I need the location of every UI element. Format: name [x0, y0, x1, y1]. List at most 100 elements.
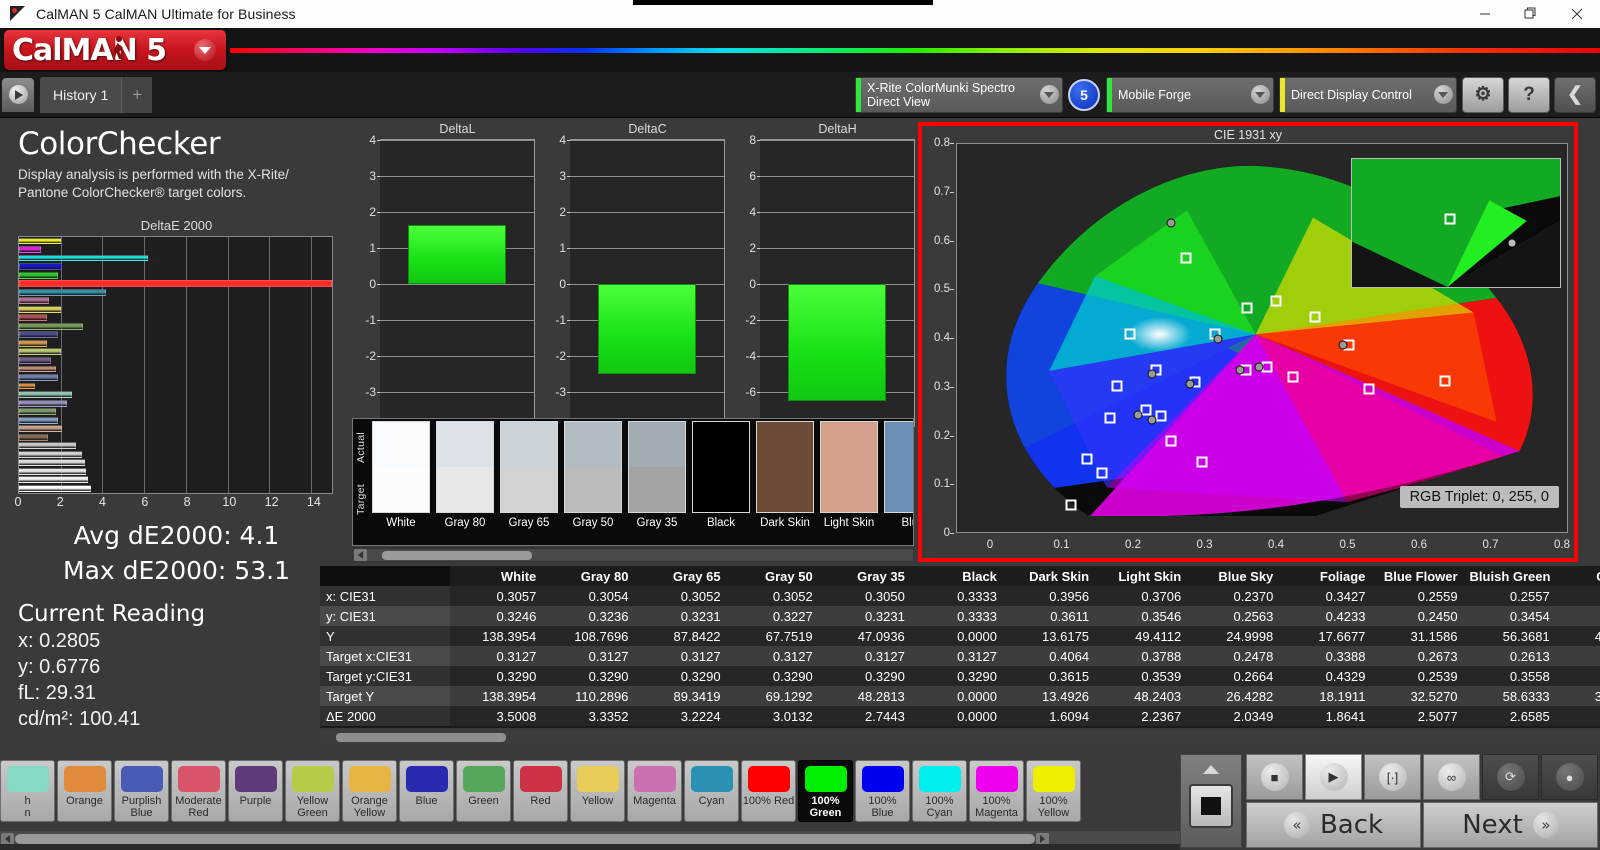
table-scrollbar[interactable] [320, 730, 1600, 744]
swatch-item[interactable]: Gray 35 [625, 419, 689, 545]
color-patch-button[interactable]: 100% Magenta [969, 760, 1024, 822]
table-cell: 1.8641 [1279, 706, 1372, 726]
table-column-header[interactable]: Gray 65 [634, 566, 727, 586]
color-patch-button[interactable]: Moderate Red [171, 760, 226, 822]
display-control-selector[interactable]: Direct Display Control [1279, 76, 1457, 113]
cie-chart-panel[interactable]: CIE 1931 xy 0.8 0.7 0.6 0.5 0.4 0.3 0.2 0.1 0 [918, 122, 1578, 562]
bracket-icon[interactable]: [·] [1364, 754, 1421, 800]
table-column-header[interactable]: Foliage [1279, 566, 1372, 586]
stop-icon[interactable]: ■ [1246, 754, 1303, 800]
table-column-header[interactable]: White [450, 566, 543, 586]
table-column-header[interactable]: Gray 50 [726, 566, 819, 586]
swatch-item[interactable]: Blue [881, 419, 913, 545]
meter-selector[interactable]: X-Rite ColorMunki Spectro Direct View [855, 76, 1063, 113]
swatch-item[interactable]: Black [689, 419, 753, 545]
color-patch-button[interactable]: Purple [228, 760, 283, 822]
color-patch-button[interactable]: 100% Yellow [1026, 760, 1081, 822]
gear-icon[interactable]: ⚙ [1462, 76, 1504, 113]
table-column-header[interactable]: Blue Sky [1187, 566, 1280, 586]
measurement-table[interactable]: White Gray 80 Gray 65 Gray 50 Gray 35 Black Da… [320, 566, 1600, 728]
calman-logo[interactable]: CalMAN 5 [4, 30, 226, 70]
swatch-item[interactable]: Light Skin [817, 419, 881, 545]
next-button[interactable]: Next » [1423, 802, 1598, 848]
swatch-item[interactable]: Gray 65 [497, 419, 561, 545]
color-patch-button[interactable]: 100% Green [798, 760, 853, 822]
color-patch-button[interactable]: Magenta [627, 760, 682, 822]
refresh-icon[interactable]: ⟳ [1482, 754, 1539, 800]
color-patch-button[interactable]: h n [0, 760, 55, 822]
deltah-plot: 86420-2-4-6-8 [745, 133, 915, 435]
table-cell: 0.2539 [1371, 666, 1464, 686]
stop-icon-glyph: ■ [1260, 763, 1289, 791]
table-cell: 138.3954 [450, 686, 543, 706]
stop-square-icon[interactable] [1189, 784, 1233, 828]
table-column-header[interactable]: Gray 35 [818, 566, 911, 586]
table-cell: 67.7519 [726, 626, 819, 646]
color-patch-button[interactable]: Yellow [570, 760, 625, 822]
chevron-left-icon[interactable]: ❮ [1554, 76, 1596, 113]
swatch-item[interactable]: Gray 80 [433, 419, 497, 545]
table-column-header[interactable]: Light Skin [1095, 566, 1188, 586]
close-button[interactable] [1554, 0, 1600, 28]
table-cell: 0.3706 [1095, 586, 1188, 606]
tab-history-1[interactable]: History 1 [40, 76, 123, 113]
color-patch-button[interactable]: Cyan [684, 760, 739, 822]
color-patch-button[interactable]: 100% Cyan [912, 760, 967, 822]
color-patch-button[interactable]: Orange [57, 760, 112, 822]
meter-stop-panel[interactable] [1180, 754, 1242, 848]
meter-dropdown-icon[interactable] [1036, 78, 1062, 112]
swatch-scrollbar[interactable] [352, 548, 914, 562]
minimize-button[interactable] [1462, 0, 1508, 28]
color-patch-button[interactable]: Purplish Blue [114, 760, 169, 822]
table-column-header[interactable]: Black [910, 566, 1003, 586]
maximize-button[interactable] [1508, 0, 1554, 28]
color-patch-button[interactable]: Blue [399, 760, 454, 822]
table-column-header[interactable]: Dark Skin [1002, 566, 1096, 586]
table-column-header[interactable]: Orange [1555, 566, 1600, 586]
source-dropdown-icon[interactable] [1247, 78, 1273, 112]
deltae-tick: 6 [141, 495, 149, 509]
table-cell: 0.9052 [1555, 706, 1600, 726]
swatch-item[interactable]: Dark Skin [753, 419, 817, 545]
meter-count-badge[interactable]: 5 [1068, 78, 1100, 111]
table-column-header[interactable]: Bluish Green [1463, 566, 1556, 586]
color-patch-button[interactable]: Green [456, 760, 511, 822]
infinity-icon[interactable]: ∞ [1423, 754, 1480, 800]
add-tab-button[interactable]: + [122, 76, 153, 113]
table-cell: 0.3427 [1279, 586, 1372, 606]
source-selector[interactable]: Mobile Forge [1106, 76, 1274, 113]
reading-fl: fL: 29.31 [18, 682, 96, 704]
patch-chip [861, 766, 904, 792]
table-column-header[interactable]: Gray 80 [542, 566, 635, 586]
table-row: Target x:CIE31 0.3127 0.3127 0.3127 0.3127 0.… [320, 646, 1600, 666]
patch-scroll-left-icon[interactable] [1, 832, 14, 845]
back-button[interactable]: « Back [1246, 802, 1421, 848]
runner-icon [112, 36, 126, 62]
table-column-header[interactable]: Blue Flower [1371, 566, 1464, 586]
color-patch-button[interactable]: Yellow Green [285, 760, 340, 822]
more-icon[interactable]: ● [1541, 754, 1598, 800]
swatch-scroll-thumb[interactable] [382, 550, 532, 560]
control-dropdown-icon[interactable] [1430, 78, 1456, 112]
patch-scroll-right-icon[interactable] [1036, 832, 1049, 845]
play-icon[interactable]: ▶ [1305, 754, 1362, 800]
cie-measured-marker [1133, 410, 1143, 420]
cie-measured-marker [1185, 379, 1195, 389]
cie-y-tick: 0.7 [934, 185, 954, 198]
swatch-item[interactable]: White [369, 419, 433, 545]
question-icon[interactable]: ? [1508, 76, 1550, 113]
color-patch-button[interactable]: 100% Blue [855, 760, 910, 822]
patch-scroll-thumb[interactable] [15, 833, 1035, 844]
main-content: ColorChecker Display analysis is perform… [0, 118, 1600, 808]
color-patch-button[interactable]: Red [513, 760, 568, 822]
session-play-button[interactable] [2, 77, 34, 112]
swatch-scroll-left-icon[interactable] [354, 549, 367, 561]
table-scroll-thumb[interactable] [336, 732, 506, 742]
color-patch-button[interactable]: 100% Red [741, 760, 796, 822]
delta-tick: 1 [559, 241, 571, 255]
swatch-item[interactable]: Gray 50 [561, 419, 625, 545]
logo-dropdown-icon[interactable] [194, 39, 216, 61]
color-patch-button[interactable]: Orange Yellow [342, 760, 397, 822]
chevron-up-icon[interactable] [1198, 758, 1224, 780]
table-row: y: CIE31 0.3246 0.3236 0.3231 0.3227 0.3231 0.… [320, 606, 1600, 626]
